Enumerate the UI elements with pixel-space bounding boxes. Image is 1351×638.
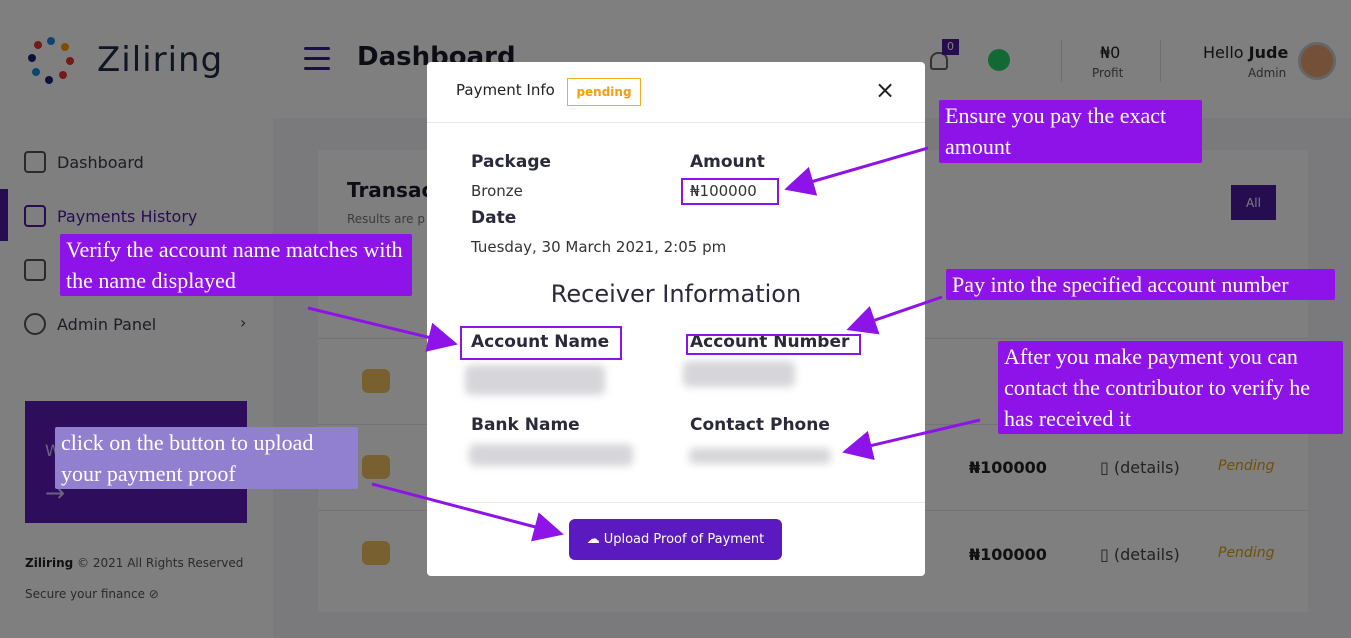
annotation-contact-contributor: After you make payment you can contact t… [998, 341, 1343, 434]
cloud-upload-icon: ☁ [586, 532, 600, 547]
upload-proof-button[interactable]: ☁ Upload Proof of Payment [569, 519, 782, 560]
close-icon[interactable]: × [875, 76, 895, 104]
modal-footer-divider [427, 502, 925, 503]
annotation-account-number: Pay into the specified account number [946, 269, 1335, 300]
annotation-exact-amount: Ensure you pay the exact amount [939, 100, 1202, 163]
modal-title: Payment Info [456, 81, 555, 99]
date-label: Date [471, 208, 517, 228]
annotation-upload-proof: click on the button to upload your payme… [55, 427, 358, 489]
package-value: Bronze [471, 182, 523, 200]
status-badge: pending [567, 78, 641, 106]
bank-name-label: Bank Name [471, 415, 580, 435]
amount-label: Amount [690, 152, 765, 172]
contact-phone-label: Contact Phone [690, 415, 830, 435]
payment-info-modal: Payment Info pending × Package Bronze Am… [427, 62, 925, 576]
package-label: Package [471, 152, 552, 172]
account-name-value-redacted [465, 365, 605, 395]
bank-name-value-redacted [469, 444, 633, 466]
account-number-highlight-box [686, 334, 861, 355]
account-name-highlight-box [460, 326, 622, 360]
upload-button-label: Upload Proof of Payment [603, 532, 765, 547]
modal-header: Payment Info pending × [427, 62, 925, 123]
account-number-value-redacted [683, 361, 795, 387]
annotation-verify-name: Verify the account name matches with the… [60, 234, 412, 296]
amount-highlight-box [681, 178, 779, 205]
receiver-heading: Receiver Information [550, 280, 802, 308]
date-value: Tuesday, 30 March 2021, 2:05 pm [471, 238, 727, 256]
contact-phone-value-redacted [689, 448, 831, 464]
